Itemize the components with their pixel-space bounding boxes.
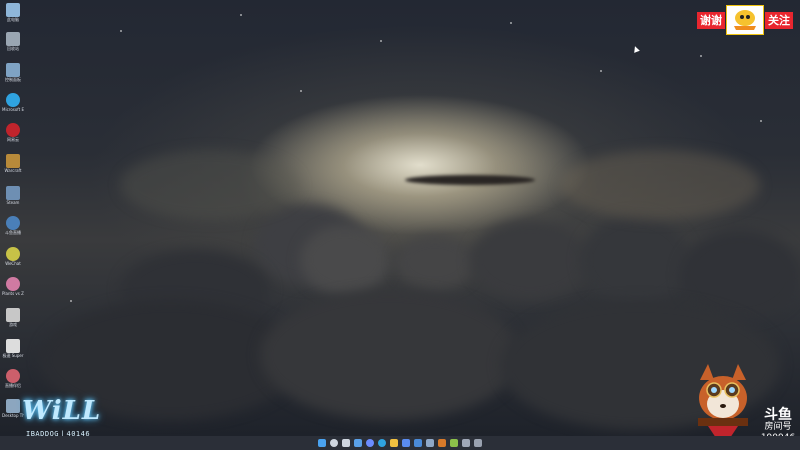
star: [760, 120, 762, 122]
desktop-icon-label: Steam: [6, 200, 20, 205]
game-icon: [6, 154, 20, 168]
desktop-icon-game[interactable]: 游戏: [2, 308, 24, 327]
broadcast-icon: [6, 216, 20, 230]
cloud: [300, 225, 390, 295]
game-icon[interactable]: [438, 439, 446, 447]
thumbnail-icon: [6, 399, 20, 413]
desktop-icon-recycle-bin[interactable]: 回收站: [2, 32, 24, 51]
computer-icon: [6, 3, 20, 17]
dark-cloud-streak: [405, 175, 535, 185]
steam-icon: [6, 186, 20, 200]
cloud: [580, 215, 690, 305]
room-label: 房间号: [764, 422, 792, 432]
thanks-follow-banner: 谢谢 关注: [697, 5, 793, 35]
pvz-icon: [6, 277, 20, 291]
follow-text: 关注: [765, 11, 793, 29]
desktop-icon-speed[interactable]: 极速 Super: [2, 339, 24, 358]
star: [240, 14, 242, 16]
douyu-logo-icon: [726, 5, 764, 35]
edge-icon[interactable]: [378, 439, 386, 447]
desktop-icon-wechat[interactable]: WeChat: [2, 247, 24, 266]
red-panda-avatar: [698, 364, 748, 438]
star: [70, 300, 72, 302]
desktop-icon-label: 游戏: [9, 322, 17, 327]
desktop-icon-label: 回收站: [7, 46, 19, 51]
widgets-icon[interactable]: [354, 439, 362, 447]
control-panel-icon: [6, 63, 20, 77]
chat-icon: [6, 247, 20, 261]
desktop-icon-label: 网易云: [7, 137, 19, 142]
cloud: [395, 235, 475, 290]
star: [300, 90, 302, 92]
settings-icon[interactable]: [462, 439, 470, 447]
steam-icon[interactable]: [426, 439, 434, 447]
star: [510, 22, 512, 24]
desktop-icon-this-pc[interactable]: 此电脑: [2, 3, 24, 22]
star: [380, 40, 382, 42]
cloud: [560, 150, 760, 220]
desktop-icon-label: Microsoft Edge: [2, 107, 24, 112]
thanks-text: 谢谢: [697, 11, 725, 29]
desktop-icon-steam[interactable]: Steam: [2, 186, 24, 205]
star: [120, 30, 122, 32]
desktop-icon-control-panel[interactable]: 控制面板: [2, 63, 24, 82]
chat-icon[interactable]: [366, 439, 374, 447]
terminal-icon[interactable]: [474, 439, 482, 447]
star: [700, 55, 702, 57]
game2-icon: [6, 308, 20, 322]
desktop-wallpaper: [0, 0, 800, 436]
desktop-icon-label: WeChat: [5, 261, 21, 266]
desktop-icon-pvz[interactable]: Plants vs Zombies: [2, 277, 24, 296]
star: [600, 70, 602, 72]
douyu-brand: 斗鱼: [764, 407, 792, 423]
desktop-icon-label: Desktop Thumbnail: [2, 413, 24, 418]
taskbar: [0, 436, 800, 450]
desktop-icon-label: 此电脑: [7, 17, 19, 22]
start-icon[interactable]: [318, 439, 326, 447]
file-explorer-icon[interactable]: [390, 439, 398, 447]
recycle-bin-icon: [6, 32, 20, 46]
desktop-icon-music[interactable]: 网易云: [2, 123, 24, 142]
store-icon[interactable]: [402, 439, 410, 447]
desktop-icon-streamer[interactable]: 直播伴侣: [2, 369, 24, 388]
music-icon: [6, 123, 20, 137]
app-icon[interactable]: [450, 439, 458, 447]
streamer-icon: [6, 369, 20, 383]
desktop-icon-label: Warcraft: [4, 168, 22, 173]
cloud: [120, 150, 300, 220]
desktop-icon-label: 直播伴侣: [5, 383, 21, 388]
desktop-icon-label: 控制面板: [5, 77, 21, 82]
desktop-icon-label: 极速 Super: [2, 353, 24, 358]
task-view-icon[interactable]: [342, 439, 350, 447]
cloud: [470, 220, 590, 300]
mail-icon[interactable]: [414, 439, 422, 447]
desktop-icon-thumbnail[interactable]: Desktop Thumbnail: [2, 399, 24, 418]
desktop-icon-label: 斗鱼直播: [5, 230, 21, 235]
speed-icon: [6, 339, 20, 353]
streamer-name: WiLL: [22, 396, 102, 426]
cloud: [260, 290, 520, 420]
desktop-icon-warcraft[interactable]: Warcraft: [2, 154, 24, 173]
edge-icon: [6, 93, 20, 107]
desktop-icon-edge[interactable]: Microsoft Edge: [2, 93, 24, 112]
search-icon[interactable]: [330, 439, 338, 447]
desktop-icon-label: Plants vs Zombies: [2, 291, 24, 296]
desktop-icon-broadcast[interactable]: 斗鱼直播: [2, 216, 24, 235]
